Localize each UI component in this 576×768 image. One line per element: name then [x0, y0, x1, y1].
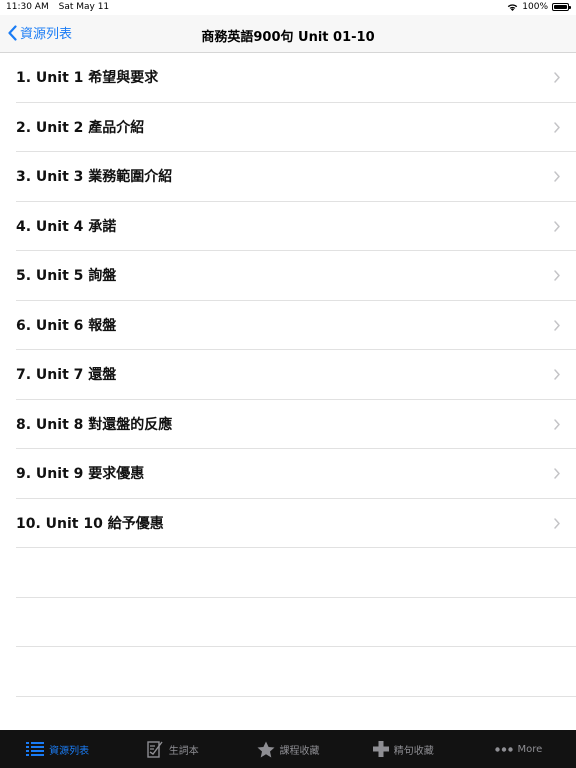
empty-row: [16, 647, 576, 697]
chevron-right-icon: [554, 319, 560, 331]
list-item[interactable]: 6. Unit 6 報盤: [16, 301, 576, 350]
list-item-label: 9. Unit 9 要求優惠: [16, 466, 145, 483]
list-item[interactable]: 5. Unit 5 詢盤: [16, 251, 576, 301]
tab-more[interactable]: More: [461, 730, 576, 768]
star-icon: [257, 741, 275, 758]
tab-label: More: [517, 743, 543, 755]
tab-notebook[interactable]: 生詞本: [115, 730, 230, 768]
chevron-right-icon: [554, 468, 560, 479]
chevron-right-icon: [554, 72, 560, 83]
list-item-label: 2. Unit 2 產品介紹: [16, 119, 145, 136]
status-date: Sat May 11: [58, 2, 110, 12]
list-item-label: 5. Unit 5 詢盤: [16, 268, 117, 285]
battery-icon: [552, 3, 571, 11]
tab-star[interactable]: 課程收藏: [230, 730, 345, 768]
tab-label: 生詞本: [168, 745, 199, 757]
chevron-right-icon: [554, 517, 560, 529]
tab-plus[interactable]: 精句收藏: [346, 730, 461, 768]
notebook-icon: [147, 740, 164, 758]
page-title: 商務英語900句 Unit 01-10: [201, 30, 375, 45]
tab-label: 課程收藏: [279, 745, 320, 757]
list-item[interactable]: 8. Unit 8 對還盤的反應: [16, 400, 576, 449]
more-icon: [494, 746, 513, 752]
unit-list: 1. Unit 1 希望與要求 2. Unit 2 產品介紹 3. Unit 3 業…: [0, 53, 576, 697]
list-item-label: 7. Unit 7 還盤: [16, 367, 117, 384]
list-item[interactable]: 1. Unit 1 希望與要求: [16, 53, 576, 103]
tab-label: 精句收藏: [393, 745, 434, 757]
empty-row: [16, 598, 576, 647]
list-item-label: 3. Unit 3 業務範圍介紹: [16, 169, 173, 186]
status-bar: 11:30 AM Sat May 11 100%: [0, 0, 576, 15]
list-icon: [26, 741, 45, 757]
tab-list[interactable]: 資源列表: [0, 730, 115, 768]
list-item[interactable]: 7. Unit 7 還盤: [16, 350, 576, 400]
navigation-bar: 資源列表 商務英語900句 Unit 01-10: [0, 15, 576, 53]
chevron-right-icon: [554, 270, 560, 281]
list-item[interactable]: 10. Unit 10 給予優惠: [16, 499, 576, 548]
wifi-icon: [508, 4, 518, 11]
tab-label: 資源列表: [49, 745, 90, 757]
empty-row: [16, 548, 576, 598]
chevron-right-icon: [554, 418, 560, 430]
tab-bar: 資源列表 生詞本 課程收藏 精句收藏 More: [0, 730, 576, 768]
chevron-right-icon: [554, 171, 560, 182]
list-item-label: 1. Unit 1 希望與要求: [16, 70, 159, 87]
list-item-label: 6. Unit 6 報盤: [16, 317, 117, 334]
list-item-label: 8. Unit 8 對還盤的反應: [16, 416, 173, 433]
list-item-label: 4. Unit 4 承諾: [16, 218, 117, 235]
chevron-right-icon: [554, 121, 560, 133]
battery-percent: 100%: [522, 2, 548, 12]
list-item-label: 10. Unit 10 給予優惠: [16, 515, 164, 532]
status-time: 11:30 AM: [6, 2, 49, 12]
chevron-right-icon: [554, 369, 560, 380]
list-item[interactable]: 3. Unit 3 業務範圍介紹: [16, 152, 576, 202]
list-item[interactable]: 9. Unit 9 要求優惠: [16, 449, 576, 499]
list-item[interactable]: 2. Unit 2 產品介紹: [16, 103, 576, 152]
battery-fill: [554, 5, 567, 9]
plus-icon: [372, 741, 389, 757]
list-item[interactable]: 4. Unit 4 承諾: [16, 202, 576, 251]
chevron-right-icon: [554, 220, 560, 232]
